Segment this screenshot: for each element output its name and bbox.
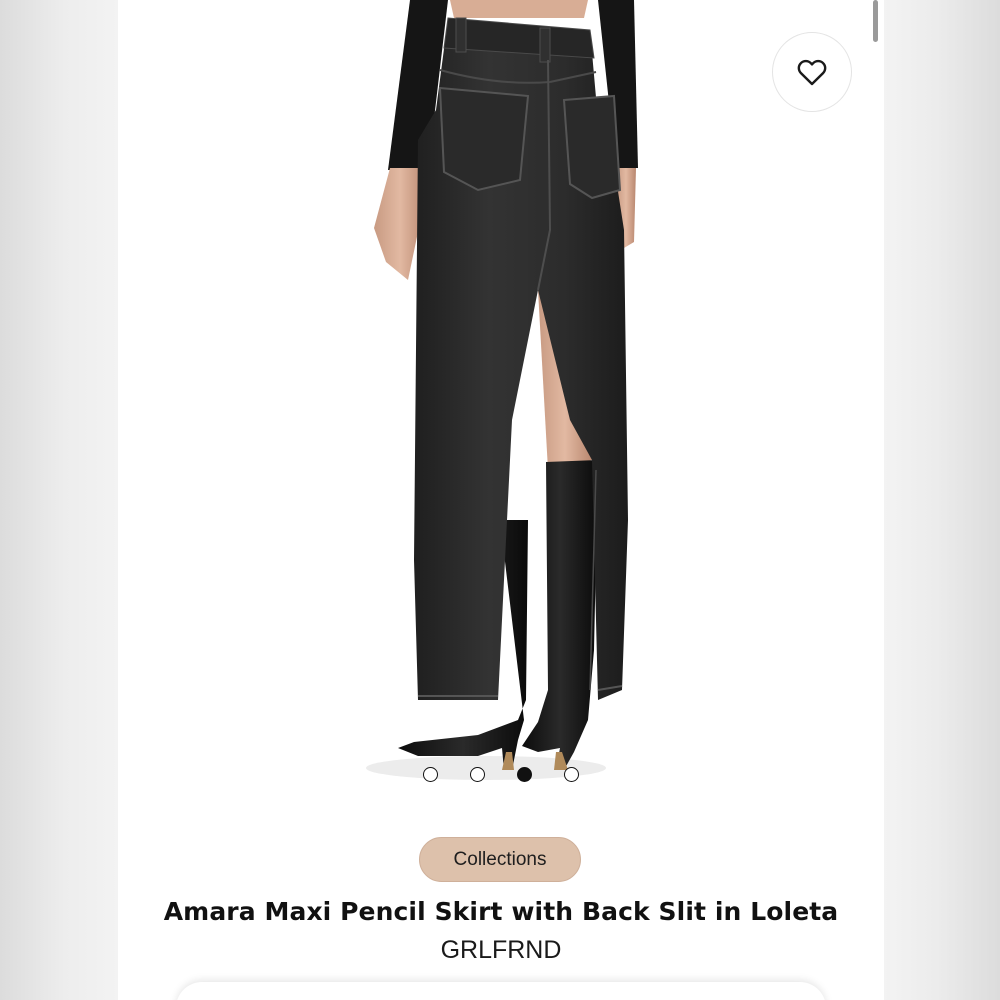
image-pager <box>423 767 579 782</box>
pager-dot-2[interactable] <box>470 767 485 782</box>
pager-dot-3-active[interactable] <box>517 767 532 782</box>
brand-name[interactable]: GRLFRND <box>118 936 884 965</box>
scroll-indicator[interactable] <box>873 0 878 42</box>
product-image[interactable] <box>118 0 884 790</box>
pager-dot-4[interactable] <box>564 767 579 782</box>
collections-chip[interactable]: Collections <box>419 837 581 882</box>
heart-icon <box>797 59 827 86</box>
bottom-action-bar <box>176 982 826 1000</box>
pager-dot-1[interactable] <box>423 767 438 782</box>
background-right <box>884 0 1000 1000</box>
product-screen: Collections Amara Maxi Pencil Skirt with… <box>118 0 884 1000</box>
product-title: Amara Maxi Pencil Skirt with Back Slit i… <box>163 897 839 926</box>
background-left <box>0 0 118 1000</box>
favorite-button[interactable] <box>772 32 852 112</box>
